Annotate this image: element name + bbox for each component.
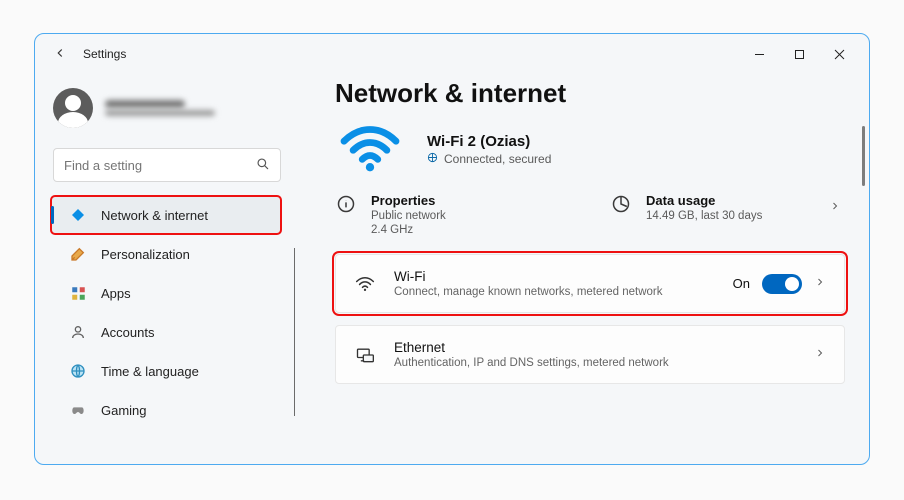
chevron-right-icon xyxy=(814,347,826,362)
ethernet-panel[interactable]: Ethernet Authentication, IP and DNS sett… xyxy=(335,325,845,384)
maximize-button[interactable] xyxy=(779,39,819,69)
wifi-panel-title: Wi-Fi xyxy=(394,269,715,284)
page-title: Network & internet xyxy=(335,78,845,109)
titlebar: Settings xyxy=(35,34,869,74)
sidebar-item-accounts[interactable]: Accounts xyxy=(51,313,281,351)
search-icon xyxy=(256,157,270,174)
avatar-icon xyxy=(53,88,93,128)
properties-card[interactable]: Properties Public network 2.4 GHz xyxy=(335,193,570,236)
globe-clock-icon xyxy=(69,362,87,380)
data-usage-icon xyxy=(610,193,632,215)
sidebar-item-label: Accounts xyxy=(101,325,154,340)
sidebar-item-label: Network & internet xyxy=(101,208,208,223)
sidebar: Network & internet Personalization Apps xyxy=(35,74,295,464)
sidebar-item-network[interactable]: Network & internet xyxy=(51,196,281,234)
properties-line1: Public network xyxy=(371,210,446,222)
wifi-small-icon xyxy=(354,273,376,295)
ethernet-icon xyxy=(354,344,376,366)
sidebar-item-label: Time & language xyxy=(101,364,199,379)
connection-name: Wi-Fi 2 (Ozias) xyxy=(427,133,551,150)
search-input[interactable] xyxy=(64,158,256,173)
chevron-right-icon xyxy=(814,276,826,291)
brush-icon xyxy=(69,245,87,263)
sidebar-item-label: Personalization xyxy=(101,247,190,262)
person-icon xyxy=(69,323,87,341)
account-section[interactable] xyxy=(47,84,295,142)
sidebar-item-label: Gaming xyxy=(101,403,147,418)
main-content: Network & internet Wi-Fi 2 (Ozias) Conne… xyxy=(295,74,869,464)
data-usage-title: Data usage xyxy=(646,193,762,208)
sidebar-item-apps[interactable]: Apps xyxy=(51,274,281,312)
data-usage-line1: 14.49 GB, last 30 days xyxy=(646,210,762,222)
properties-line2: 2.4 GHz xyxy=(371,224,446,236)
sidebar-item-time-language[interactable]: Time & language xyxy=(51,352,281,390)
wifi-panel[interactable]: Wi-Fi Connect, manage known networks, me… xyxy=(335,254,845,313)
properties-title: Properties xyxy=(371,193,446,208)
account-name-blurred xyxy=(105,100,215,116)
gamepad-icon xyxy=(69,401,87,419)
back-button[interactable] xyxy=(53,46,67,63)
minimize-button[interactable] xyxy=(739,39,779,69)
grid-icon xyxy=(69,284,87,302)
close-button[interactable] xyxy=(819,39,859,69)
chevron-right-icon xyxy=(829,200,845,215)
ethernet-panel-sub: Authentication, IP and DNS settings, met… xyxy=(394,357,704,369)
ethernet-panel-title: Ethernet xyxy=(394,340,796,355)
data-usage-card[interactable]: Data usage 14.49 GB, last 30 days xyxy=(610,193,845,222)
sidebar-item-personalization[interactable]: Personalization xyxy=(51,235,281,273)
wifi-diamond-icon xyxy=(69,206,87,224)
info-icon xyxy=(335,193,357,215)
secured-globe-icon xyxy=(427,152,438,166)
main-scrollbar[interactable] xyxy=(862,126,865,186)
wifi-toggle-label: On xyxy=(733,276,750,291)
wifi-toggle[interactable] xyxy=(762,274,802,294)
sidebar-item-label: Apps xyxy=(101,286,131,301)
app-title: Settings xyxy=(83,47,126,61)
sidebar-item-gaming[interactable]: Gaming xyxy=(51,391,281,429)
connection-status: Wi-Fi 2 (Ozias) Connected, secured xyxy=(335,123,845,175)
wifi-icon xyxy=(335,123,405,175)
settings-window: Settings xyxy=(34,33,870,465)
search-box[interactable] xyxy=(53,148,281,182)
wifi-panel-sub: Connect, manage known networks, metered … xyxy=(394,286,704,298)
sidebar-nav: Network & internet Personalization Apps xyxy=(47,196,295,429)
connection-status-text: Connected, secured xyxy=(444,152,551,166)
